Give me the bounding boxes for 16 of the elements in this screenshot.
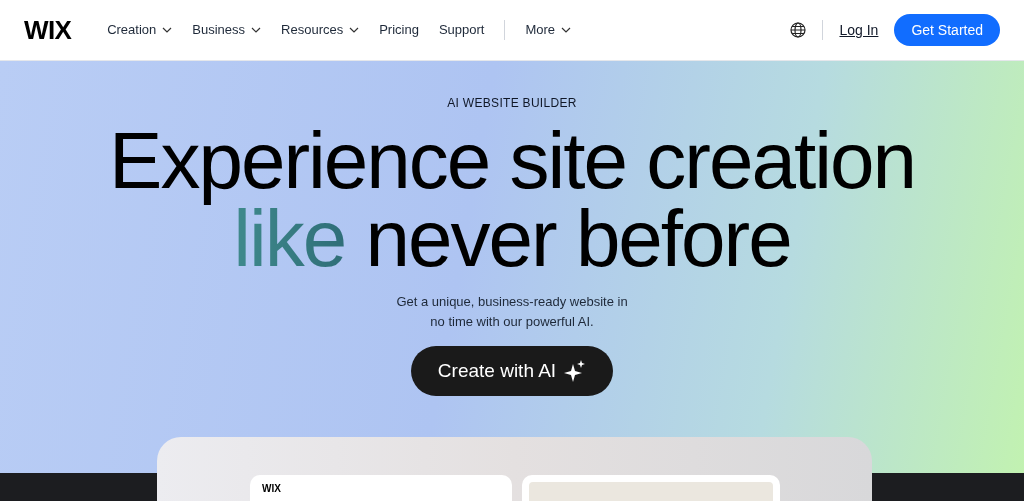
nav-link[interactable]: Support bbox=[438, 20, 485, 40]
nav-link[interactable]: Resources bbox=[281, 20, 360, 40]
hero-headline: Experience site creation like never before bbox=[109, 122, 915, 278]
login-link[interactable]: Log In bbox=[839, 19, 879, 41]
nav-link[interactable]: More bbox=[525, 20, 572, 40]
hero-subtitle: Get a unique, business-ready website in no time with our powerful AI. bbox=[395, 293, 629, 331]
eyebrow-text: AI WEBSITE BUILDER bbox=[447, 95, 577, 112]
preview-logo: WIX bbox=[262, 483, 281, 494]
create-with-ai-button[interactable]: Create with AI bbox=[410, 346, 614, 396]
nav-link[interactable]: Creation bbox=[107, 20, 173, 40]
nav-link[interactable]: Business bbox=[192, 20, 262, 40]
get-started-button[interactable]: Get Started bbox=[894, 14, 1000, 46]
globe-icon[interactable] bbox=[790, 22, 807, 38]
nav-link[interactable]: Pricing bbox=[379, 20, 419, 40]
wix-logo[interactable]: WIX bbox=[24, 10, 72, 50]
sparkle-icon bbox=[564, 360, 587, 382]
